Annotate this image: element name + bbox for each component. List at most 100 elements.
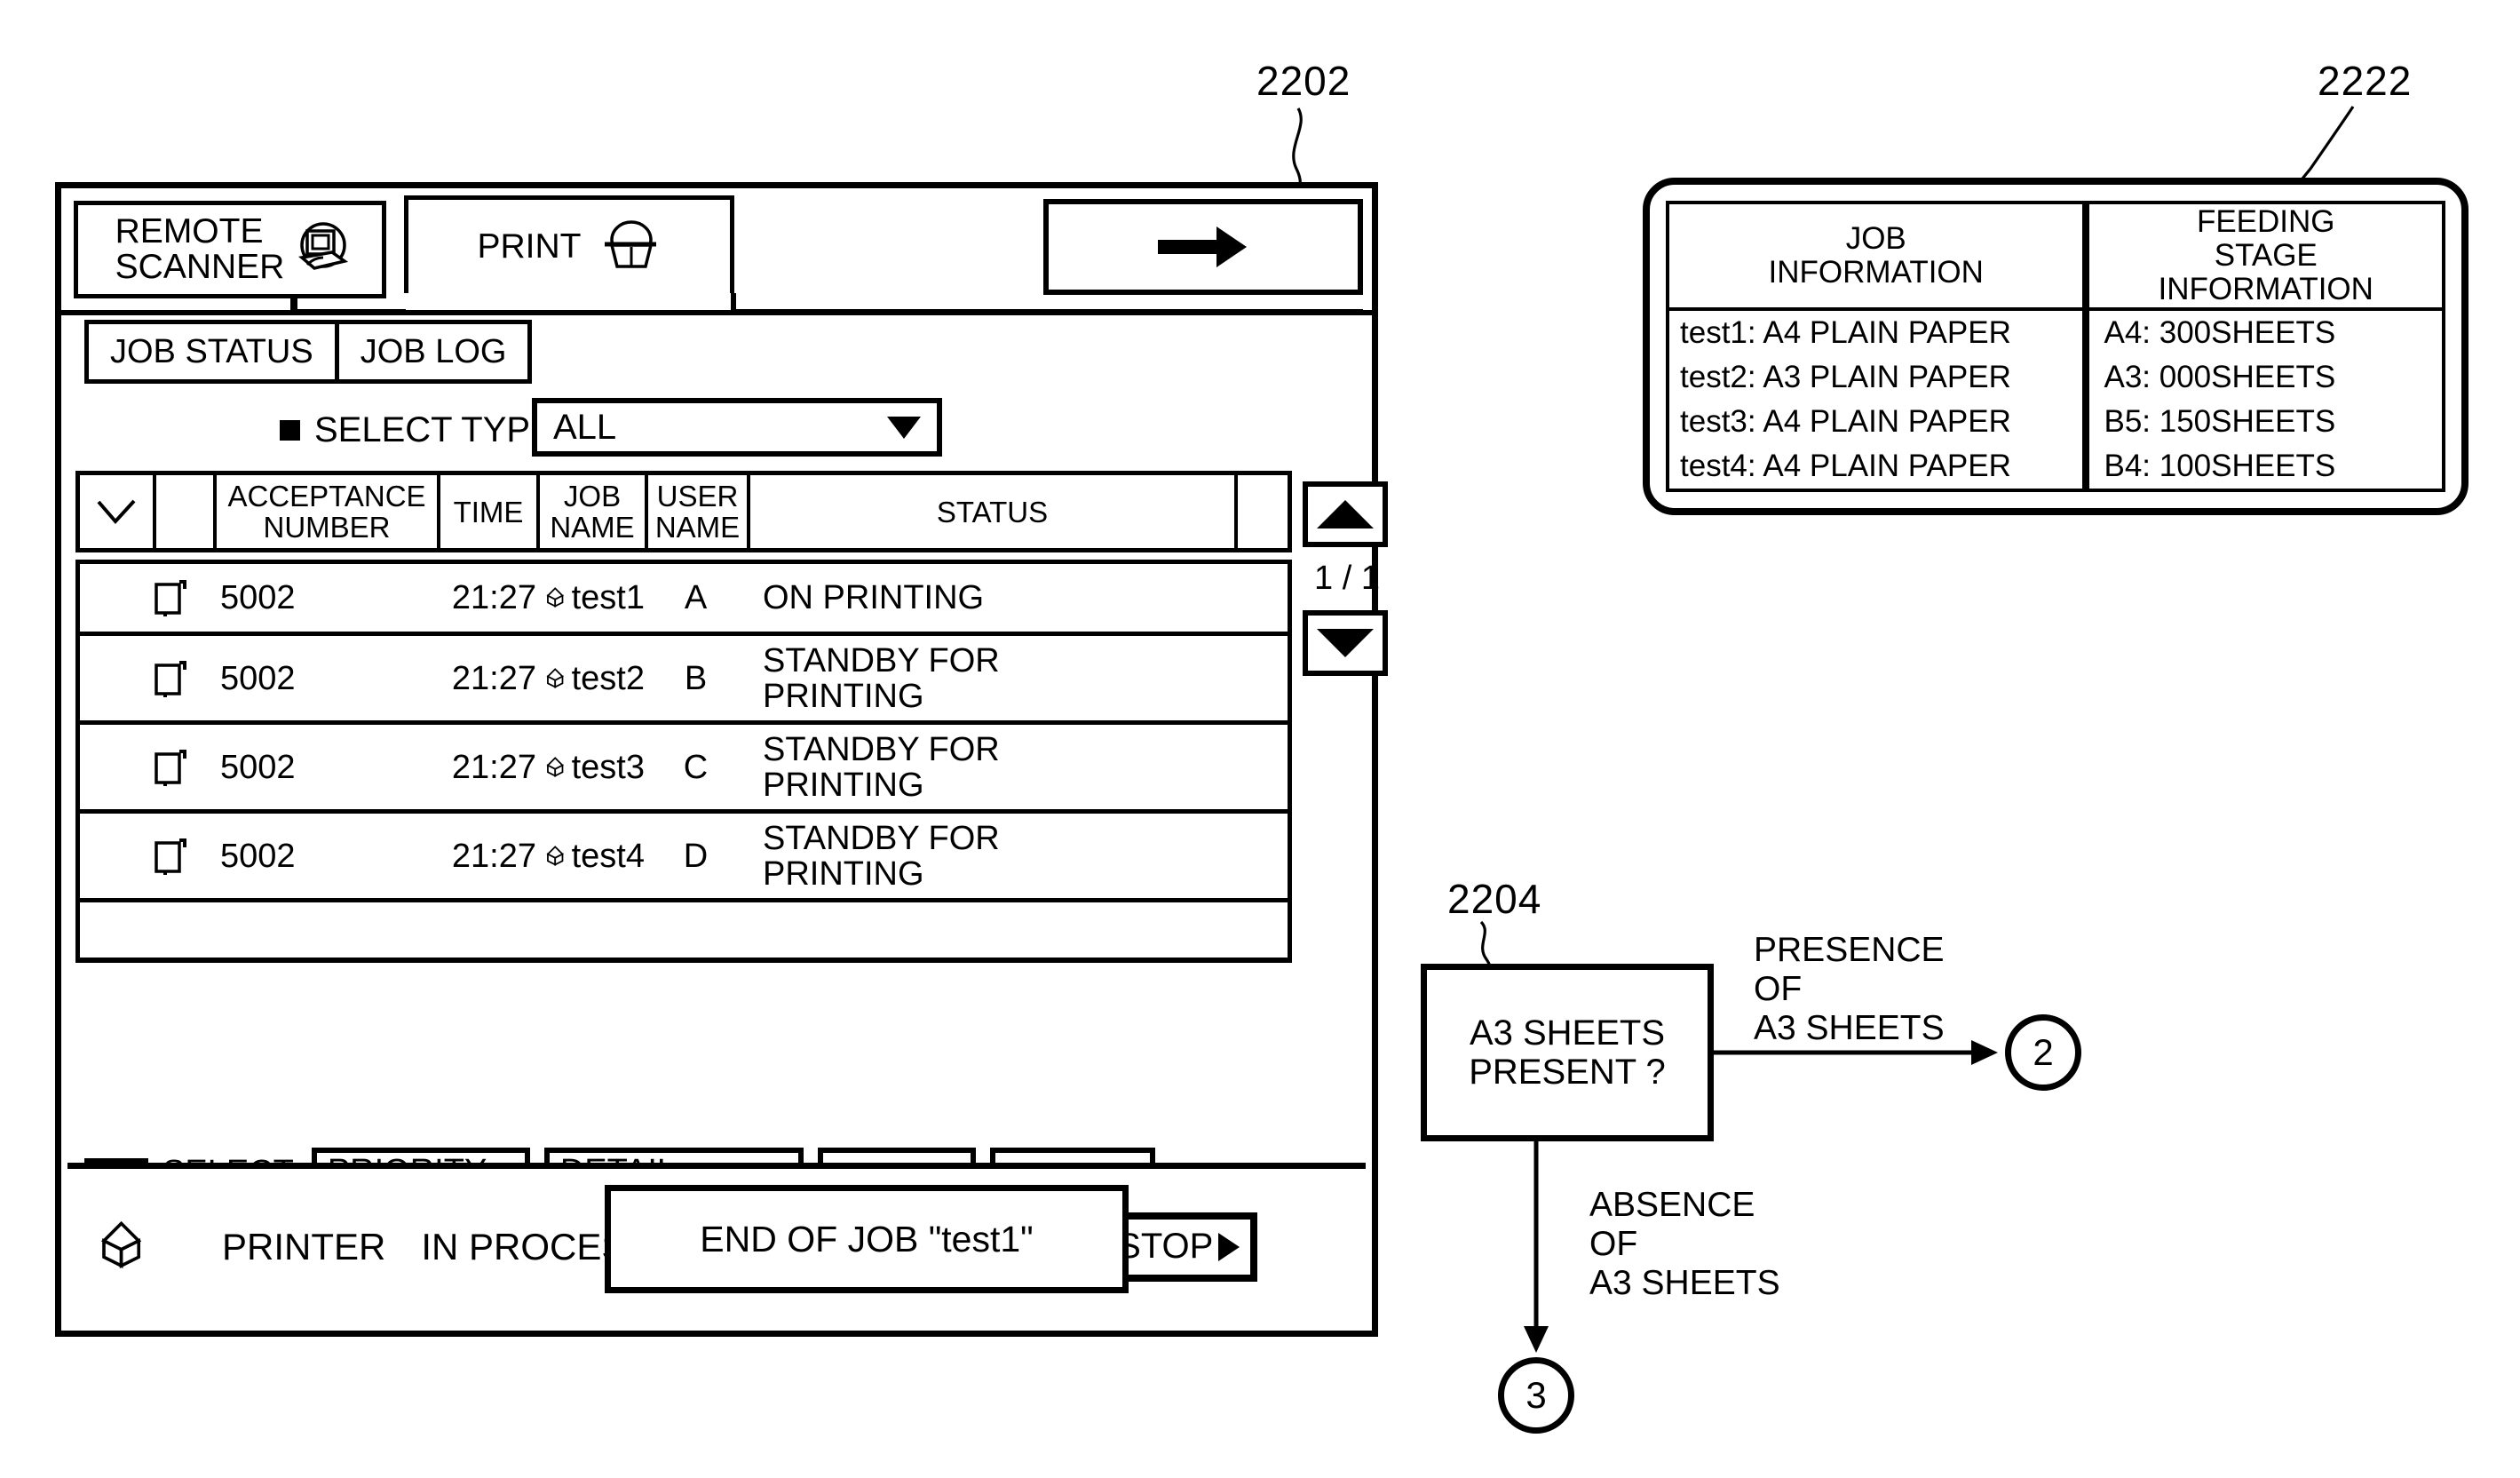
- job-table: ACCEPTANCE NUMBER TIME JOB NAME USER NAM…: [75, 471, 1292, 963]
- cell-status: STANDBY FOR PRINTING: [763, 730, 1000, 804]
- cell-acceptance-number: 5002: [220, 748, 296, 786]
- feeding-stage-information-header: FEEDING STAGE INFORMATION: [2089, 204, 2442, 311]
- tab-print-label: PRINT: [477, 227, 582, 266]
- cell-job-name: test1: [536, 579, 645, 616]
- cell-job-name-text: test3: [571, 748, 645, 786]
- cell-status: ON PRINTING: [763, 579, 985, 616]
- table-row[interactable]: 5002 21:27 test2 B STANDBY FOR PRINTING: [80, 632, 1288, 720]
- tab-print-active-notch: [404, 293, 734, 300]
- header-job-name: JOB NAME: [536, 475, 645, 548]
- cell-acceptance-number: 5002: [220, 659, 296, 697]
- page-indicator: 1 / 1: [1314, 560, 1380, 597]
- checkmark-icon: [97, 499, 136, 525]
- header-time: TIME: [437, 475, 536, 548]
- document-icon: [155, 660, 186, 697]
- scroll-up-button[interactable]: [1303, 481, 1388, 547]
- cell-job-name-text: test2: [571, 659, 645, 697]
- header-spacer: [1234, 475, 1288, 548]
- print-cube-icon: [546, 756, 564, 777]
- row-doc-icon-cell: [153, 578, 213, 617]
- cell-job-name: test4: [536, 838, 645, 875]
- feeding-stage-cell: A3: 000SHEETS: [2104, 360, 2336, 394]
- header-divider: [61, 310, 1372, 315]
- print-cube-icon: [546, 845, 564, 866]
- cell-user-name: D: [683, 837, 709, 875]
- row-doc-icon-cell: [153, 659, 213, 698]
- feeding-stage-cell: B4: 100SHEETS: [2104, 449, 2336, 483]
- tab-remote-scanner-label: REMOTE SCANNER: [115, 212, 285, 286]
- document-icon: [155, 838, 186, 875]
- next-page-button[interactable]: [1043, 199, 1363, 295]
- printer-cube-icon: [100, 1220, 142, 1268]
- cell-user-name: C: [683, 748, 709, 786]
- job-subtab-group: JOB STATUS JOB LOG: [84, 320, 533, 384]
- operation-panel: REMOTE SCANNER PRINT JOB STATUS JOB LOG …: [55, 182, 1388, 1337]
- cell-acceptance-number: 5002: [220, 579, 296, 616]
- document-icon: [155, 580, 186, 616]
- tab-print[interactable]: PRINT: [404, 195, 734, 298]
- ref-numeral-2204: 2204: [1447, 876, 1542, 922]
- cell-job-name-text: test4: [571, 837, 645, 875]
- job-information-cell: test3: A4 PLAIN PAPER: [1680, 404, 2011, 439]
- cell-time: 21:27: [451, 748, 536, 786]
- job-information-cell: test1: A4 PLAIN PAPER: [1680, 315, 2011, 350]
- cell-acceptance-number: 5002: [220, 837, 296, 875]
- leader-line-2202: [1292, 107, 1303, 190]
- select-type-value: ALL: [553, 407, 617, 447]
- flow-connector-2: 2: [2005, 1014, 2081, 1091]
- triangle-down-icon: [1317, 629, 1374, 657]
- header-icon-col: [153, 475, 213, 548]
- cell-job-name-text: test1: [571, 579, 645, 616]
- table-row[interactable]: 5002 21:27 test1 A ON PRINTING: [80, 564, 1288, 632]
- job-table-body: 5002 21:27 test1 A ON PRINTING 5002 21:2…: [75, 560, 1292, 963]
- table-scroller: 1 / 1: [1303, 481, 1391, 676]
- flow-decision-label: A3 SHEETS PRESENT ?: [1469, 1013, 1666, 1092]
- job-information-cell: test2: A3 PLAIN PAPER: [1680, 360, 2011, 394]
- header-check[interactable]: [80, 475, 153, 548]
- job-information-cell: test4: A4 PLAIN PAPER: [1680, 449, 2011, 483]
- table-row[interactable]: 5002 21:27 test3 C STANDBY FOR PRINTING: [80, 720, 1288, 809]
- feeding-stage-cell: B5: 150SHEETS: [2104, 404, 2336, 439]
- flow-no-arrow: [1524, 1141, 1549, 1353]
- print-cube-icon: [546, 667, 564, 688]
- cell-status: STANDBY FOR PRINTING: [763, 819, 1000, 893]
- printer-toner-icon: [604, 220, 656, 268]
- triangle-up-icon: [1317, 500, 1374, 528]
- header-user-name: USER NAME: [645, 475, 747, 548]
- job-information-column: JOB INFORMATION test1: A4 PLAIN PAPER te…: [1666, 201, 2087, 492]
- ref-numeral-2222: 2222: [2318, 58, 2413, 104]
- status-device-label: PRINTER: [222, 1225, 386, 1267]
- job-information-header: JOB INFORMATION: [1669, 204, 2083, 311]
- table-row[interactable]: 5002 21:27 test4 D STANDBY FOR PRINTING: [80, 809, 1288, 898]
- select-type-dropdown[interactable]: ALL: [532, 398, 942, 457]
- tab-remote-scanner[interactable]: REMOTE SCANNER: [74, 201, 386, 298]
- cell-time: 21:27: [451, 659, 536, 697]
- select-type-label-group: SELECT TYPE: [280, 410, 554, 450]
- flow-yes-label: PRESENCE OF A3 SHEETS: [1754, 931, 1945, 1047]
- end-of-job-popup-message: END OF JOB "test1": [700, 1218, 1034, 1259]
- cell-job-name: test3: [536, 749, 645, 786]
- feeding-stage-information-column: FEEDING STAGE INFORMATION A4: 300SHEETS …: [2086, 201, 2445, 492]
- top-tab-strip: REMOTE SCANNER PRINT: [74, 195, 1363, 314]
- cell-job-name: test2: [536, 660, 645, 697]
- header-acceptance-number: ACCEPTANCE NUMBER: [213, 475, 437, 548]
- ref-numeral-2202: 2202: [1256, 58, 1351, 104]
- row-doc-icon-cell: [153, 748, 213, 787]
- leader-line-2204: [1479, 920, 1492, 969]
- feeding-stage-cell: A4: 300SHEETS: [2104, 315, 2336, 350]
- subtab-job-status[interactable]: JOB STATUS: [89, 324, 335, 379]
- flow-connector-3: 3: [1498, 1357, 1574, 1434]
- table-empty-row: [80, 898, 1288, 958]
- scroll-down-button[interactable]: [1303, 610, 1388, 676]
- leader-line-2222: [2296, 106, 2355, 186]
- job-feeding-info-table: JOB INFORMATION test1: A4 PLAIN PAPER te…: [1666, 201, 2445, 492]
- header-status: STATUS: [747, 475, 1234, 548]
- cell-time: 21:27: [451, 837, 536, 875]
- print-cube-icon: [546, 587, 564, 608]
- remote-scanner-icon: [298, 222, 349, 270]
- document-icon: [155, 749, 186, 786]
- end-of-job-popup[interactable]: END OF JOB "test1": [605, 1185, 1129, 1293]
- subtab-job-log[interactable]: JOB LOG: [334, 324, 528, 379]
- select-type-label: SELECT TYPE: [314, 410, 554, 449]
- filled-square-bullet-icon: [280, 420, 300, 441]
